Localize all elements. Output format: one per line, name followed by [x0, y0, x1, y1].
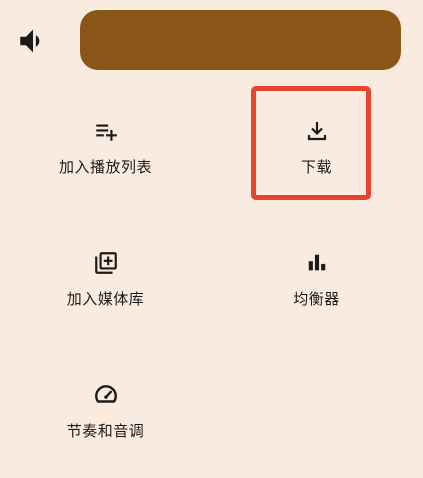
add-to-playlist-button[interactable]: 加入播放列表 [0, 82, 211, 214]
equalizer-label: 均衡器 [293, 290, 340, 308]
library-add-icon [91, 248, 121, 278]
add-to-playlist-label: 加入播放列表 [58, 158, 152, 176]
add-to-library-label: 加入媒体库 [66, 290, 145, 308]
speed-pitch-button[interactable]: 节奏和音调 [0, 346, 211, 478]
speed-icon [91, 380, 121, 410]
equalizer-button[interactable]: 均衡器 [211, 214, 422, 346]
speed-pitch-label: 节奏和音调 [66, 422, 145, 440]
download-label: 下载 [300, 158, 332, 176]
volume-up-icon[interactable] [16, 24, 50, 58]
equalizer-icon [302, 248, 332, 278]
playlist-add-icon [91, 116, 121, 146]
add-to-library-button[interactable]: 加入媒体库 [0, 214, 211, 346]
volume-row [0, 0, 423, 82]
download-icon [302, 116, 332, 146]
volume-slider[interactable] [80, 10, 401, 70]
download-button[interactable]: 下载 [211, 82, 422, 214]
